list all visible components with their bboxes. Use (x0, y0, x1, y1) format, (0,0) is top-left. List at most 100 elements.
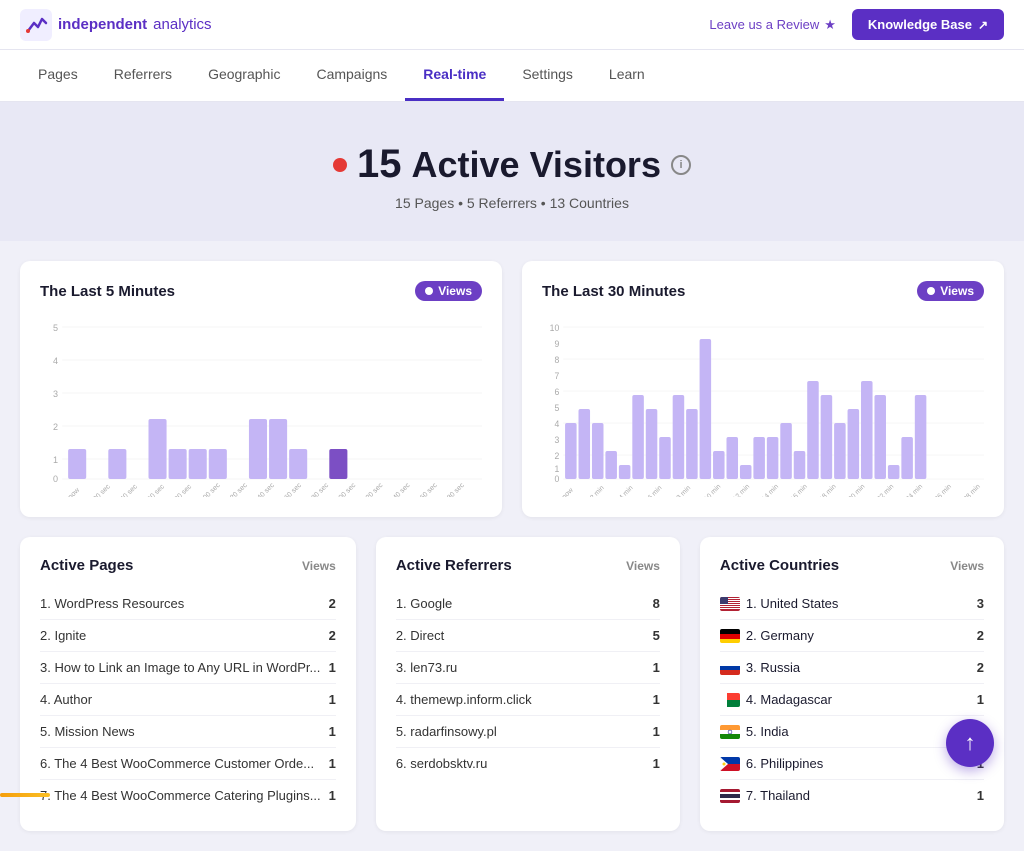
list-item: 2. Germany 2 (720, 620, 984, 652)
page-views-3: 1 (329, 660, 336, 675)
svg-text:now: now (67, 486, 82, 497)
svg-text:-28 min: -28 min (961, 483, 982, 497)
list-item: 3. How to Link an Image to Any URL in Wo… (40, 652, 336, 684)
chart-right-area: 10 9 8 7 6 5 4 3 2 1 0 (542, 317, 984, 497)
svg-text:-100 sec: -100 sec (198, 482, 222, 497)
svg-text:9: 9 (554, 339, 559, 349)
list-item: 5. India 1 (720, 716, 984, 748)
page-rank-1: 1. WordPress Resources (40, 596, 321, 611)
arrow-up-icon: ↑ (965, 730, 976, 756)
referrer-views-4: 1 (653, 692, 660, 707)
svg-text:-24 min: -24 min (903, 483, 924, 497)
referrer-3: 3. len73.ru (396, 660, 645, 675)
list-item: 6. The 4 Best WooCommerce Customer Orde.… (40, 748, 336, 780)
nav-item-referrers[interactable]: Referrers (96, 50, 190, 101)
views-dot (425, 287, 433, 295)
svg-text:-6 min: -6 min (645, 484, 663, 497)
active-countries-card: Active Countries Views 1. United States … (700, 537, 1004, 831)
country-row-in: 5. India (720, 724, 977, 739)
referrer-1: 1. Google (396, 596, 645, 611)
active-visitors-row: 15 Active Visitors i (20, 142, 1004, 187)
country-us-views: 3 (977, 596, 984, 611)
svg-text:-12 min: -12 min (730, 483, 751, 497)
referrer-6: 6. serdobsktv.ru (396, 756, 645, 771)
page-rank-7: 7. The 4 Best WooCommerce Catering Plugi… (40, 788, 321, 803)
brand-light: analytics (153, 16, 211, 33)
referrer-views-6: 1 (653, 756, 660, 771)
flag-de (720, 629, 740, 643)
active-referrers-title: Active Referrers (396, 557, 512, 574)
page-rank-3: 3. How to Link an Image to Any URL in Wo… (40, 660, 321, 675)
page-views-7: 1 (329, 788, 336, 803)
svg-text:7: 7 (554, 371, 559, 381)
svg-text:3: 3 (554, 435, 559, 445)
chart-left-badge-label: Views (438, 284, 472, 298)
svg-text:-26 min: -26 min (932, 483, 953, 497)
referrer-views-2: 5 (653, 628, 660, 643)
external-link-icon: ↗ (978, 18, 988, 32)
knowledge-base-button[interactable]: Knowledge Base ↗ (852, 9, 1004, 40)
list-item: 6. Philippines 1 (720, 748, 984, 780)
svg-text:1: 1 (554, 464, 559, 474)
svg-text:-20 sec: -20 sec (91, 483, 113, 497)
svg-text:4: 4 (554, 419, 559, 429)
referrer-2: 2. Direct (396, 628, 645, 643)
svg-text:-20 min: -20 min (846, 483, 867, 497)
page-rank-4: 4. Author (40, 692, 321, 707)
svg-text:-220 sec: -220 sec (360, 482, 384, 497)
nav-item-settings[interactable]: Settings (504, 50, 591, 101)
active-referrers-list: 1. Google 8 2. Direct 5 3. len73.ru 1 4.… (396, 588, 660, 779)
list-item: 7. The 4 Best WooCommerce Catering Plugi… (40, 780, 336, 811)
country-row-th: 7. Thailand (720, 788, 977, 803)
nav-item-campaigns[interactable]: Campaigns (298, 50, 405, 101)
scroll-to-top-button[interactable]: ↑ (946, 719, 994, 767)
hero-subtitle: 15 Pages • 5 Referrers • 13 Countries (20, 195, 1004, 211)
nav-item-pages[interactable]: Pages (20, 50, 96, 101)
referrer-5: 5. radarfinsowy.pl (396, 724, 645, 739)
star-icon: ★ (824, 17, 836, 33)
svg-text:-120 sec: -120 sec (225, 482, 249, 497)
country-row-us: 1. United States (720, 596, 977, 611)
active-referrers-card: Active Referrers Views 1. Google 8 2. Di… (376, 537, 680, 831)
country-th-label: 7. Thailand (746, 788, 810, 803)
list-item: 3. Russia 2 (720, 652, 984, 684)
active-pages-list: 1. WordPress Resources 2 2. Ignite 2 3. … (40, 588, 336, 811)
nav-item-geographic[interactable]: Geographic (190, 50, 298, 101)
list-item: 1. United States 3 (720, 588, 984, 620)
page-views-5: 1 (329, 724, 336, 739)
logo[interactable]: independent analytics (20, 9, 212, 41)
info-icon[interactable]: i (671, 155, 691, 175)
chart-left-badge: Views (415, 281, 482, 301)
list-item: 5. radarfinsowy.pl 1 (396, 716, 660, 748)
svg-text:-60 sec: -60 sec (145, 483, 167, 497)
nav-item-learn[interactable]: Learn (591, 50, 663, 101)
active-pages-header: Active Pages Views (40, 557, 336, 574)
svg-text:0: 0 (554, 474, 559, 484)
progress-bar (0, 793, 50, 797)
chart-right-card: The Last 30 Minutes Views 10 9 8 7 6 5 4… (522, 261, 1004, 517)
svg-text:now: now (561, 487, 575, 497)
page-views-2: 2 (329, 628, 336, 643)
svg-text:2: 2 (554, 451, 559, 461)
country-ru-views: 2 (977, 660, 984, 675)
country-de-views: 2 (977, 628, 984, 643)
country-in-label: 5. India (746, 724, 789, 739)
list-item: 2. Direct 5 (396, 620, 660, 652)
svg-text:-240 sec: -240 sec (388, 482, 412, 497)
svg-text:4: 4 (53, 356, 58, 366)
nav-item-realtime[interactable]: Real-time (405, 50, 504, 101)
leave-review-link[interactable]: Leave us a Review ★ (709, 17, 836, 33)
page-views-1: 2 (329, 596, 336, 611)
referrer-views-3: 1 (653, 660, 660, 675)
country-de-label: 2. Germany (746, 628, 814, 643)
chart-left-title: The Last 5 Minutes (40, 283, 175, 300)
header: independent analytics Leave us a Review … (0, 0, 1024, 50)
country-row-ph: 6. Philippines (720, 756, 977, 771)
referrer-views-1: 8 (653, 596, 660, 611)
country-row-mg: 4. Madagascar (720, 692, 977, 707)
country-mg-label: 4. Madagascar (746, 692, 832, 707)
chart-right-svg: 10 9 8 7 6 5 4 3 2 1 0 (542, 317, 984, 497)
live-dot (333, 158, 347, 172)
active-countries-col-label: Views (950, 559, 984, 573)
chart-left-header: The Last 5 Minutes Views (40, 281, 482, 301)
